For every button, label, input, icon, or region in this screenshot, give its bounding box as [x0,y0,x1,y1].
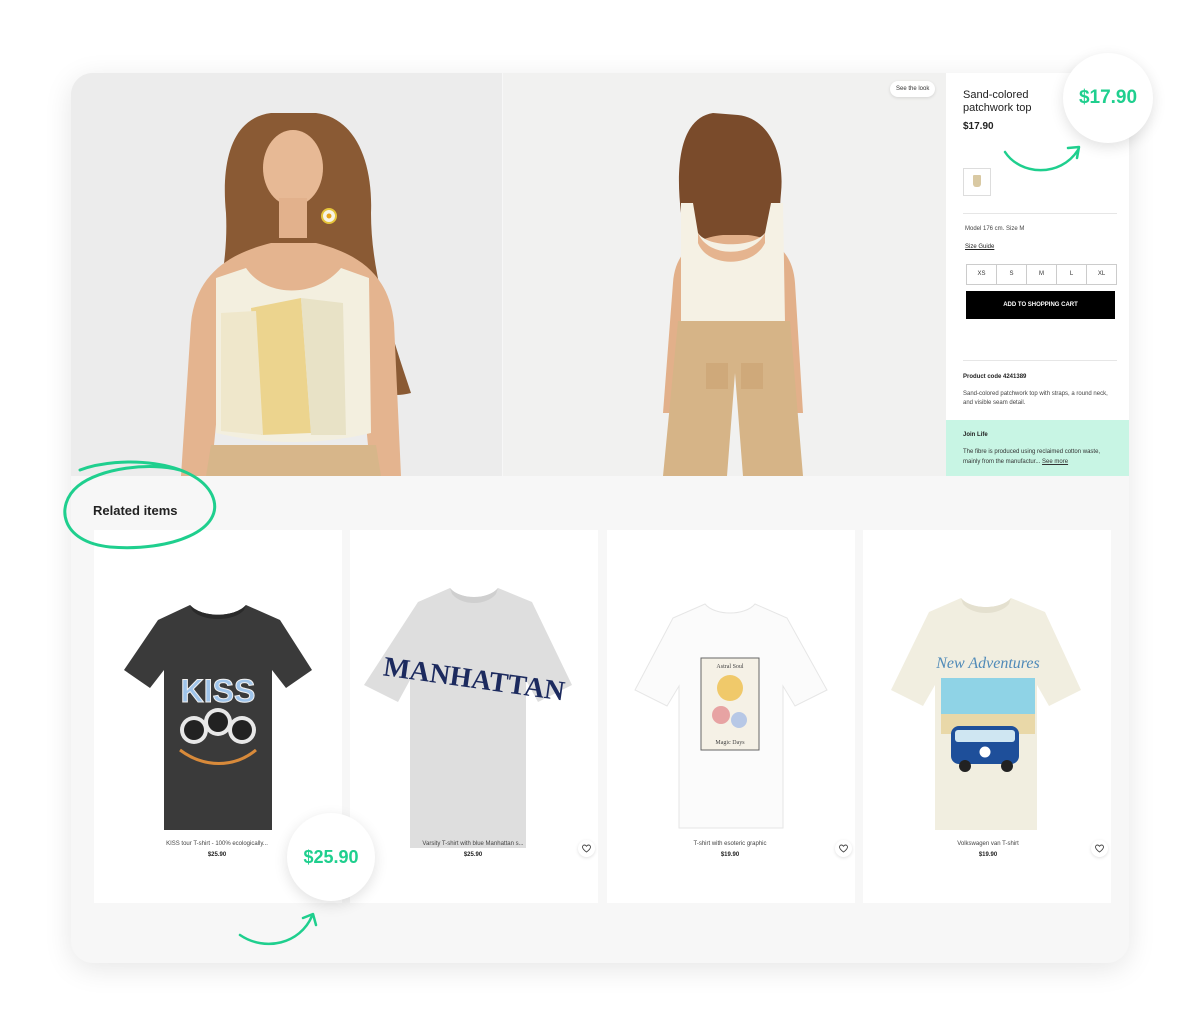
related-items-heading: Related items [93,503,178,518]
wishlist-button[interactable] [1091,840,1108,857]
product-page-card: See the look Sand-colored patchwork top … [71,73,1129,963]
see-the-look-button[interactable]: See the look [890,81,936,97]
related-product-price: $19.90 [978,852,998,858]
color-swatch[interactable] [963,168,991,196]
related-product-name[interactable]: Varsity T-shirt with blue Manhattan s... [373,841,573,847]
join-life-section: Join Life The fibre is produced using re… [946,420,1129,476]
kiss-graphic-text: KISS [181,673,256,709]
related-product-name[interactable]: T-shirt with esoteric graphic [630,841,830,847]
product-description: Sand-colored patchwork top with straps, … [963,391,1108,406]
size-guide-link[interactable]: Size Guide [965,244,994,250]
price-callout-bottom: $25.90 [287,813,375,901]
join-life-title: Join Life [963,432,988,438]
size-option-s[interactable]: S [996,264,1027,285]
price-callout-top: $17.90 [1063,53,1153,143]
size-option-xl[interactable]: XL [1086,264,1117,285]
see-more-link[interactable]: See more [1042,459,1068,465]
heart-icon [1095,844,1104,853]
related-product-price: $19.90 [720,852,740,858]
join-life-description: The fibre is produced using reclaimed co… [963,449,1101,465]
divider [963,360,1117,361]
related-product-card[interactable]: New Adventures [863,530,1111,903]
product-code: Product code 4241389 [963,374,1027,380]
heart-icon [839,844,848,853]
product-photo-front[interactable] [71,73,502,476]
wishlist-button[interactable] [578,840,595,857]
model-info: Model 176 cm. Size M [965,226,1025,232]
magic-days-text: Magic Days [715,740,745,746]
manhattan-tshirt-image: MANHATTAN [364,588,572,848]
swatch-top-icon [973,175,981,187]
heart-icon [582,844,591,853]
related-product-card[interactable]: MANHATTAN [350,530,598,903]
volkswagen-tshirt-image: New Adventures [891,598,1081,830]
size-option-l[interactable]: L [1056,264,1087,285]
astral-soul-text: Astral Soul [716,664,744,670]
related-product-price: $25.90 [463,852,483,858]
model-back-image [503,73,946,476]
add-to-cart-button[interactable]: ADD TO SHOPPING CART [966,291,1115,319]
related-product-card[interactable]: Astral Soul Magic Days [607,530,855,903]
size-option-m[interactable]: M [1026,264,1057,285]
new-adventures-text: New Adventures [935,655,1040,672]
divider [963,213,1117,214]
model-front-image [71,73,502,476]
product-photo-back[interactable] [503,73,946,476]
product-price: $17.90 [963,121,994,132]
size-option-xs[interactable]: XS [966,264,997,285]
wishlist-button[interactable] [835,840,852,857]
esoteric-tshirt-image: Astral Soul Magic Days [634,603,828,829]
related-product-name[interactable]: Volkswagen van T-shirt [888,841,1088,847]
join-life-text: The fibre is produced using reclaimed co… [963,447,1119,467]
related-product-name[interactable]: KISS tour T-shirt - 100% ecologically... [117,841,317,847]
product-title: Sand-colored patchwork top [963,89,1032,114]
size-selector: XS S M L XL [966,264,1117,285]
